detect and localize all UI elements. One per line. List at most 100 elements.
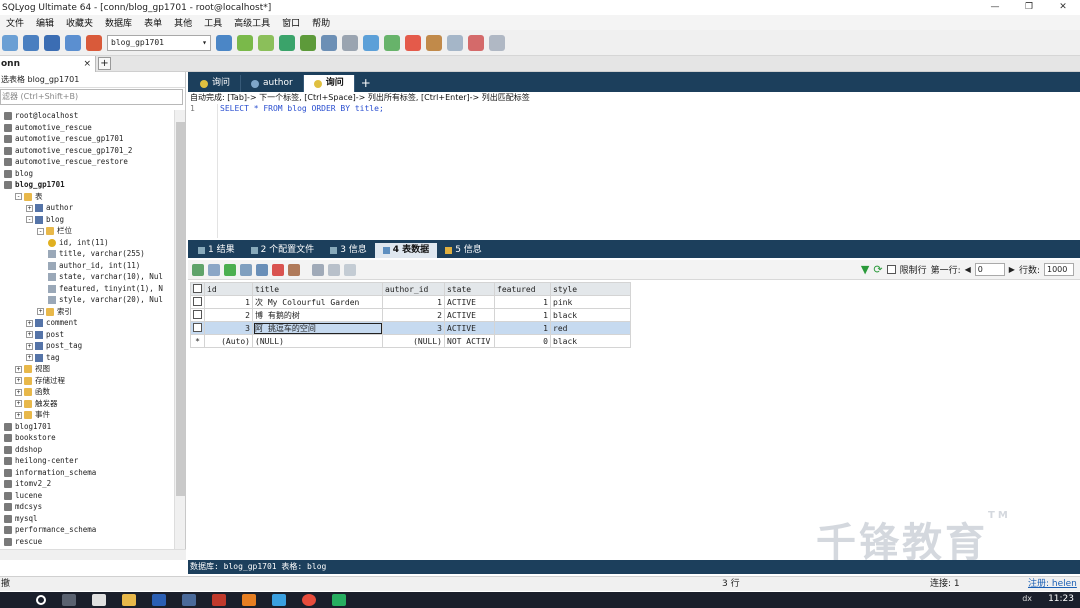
explorer-icon[interactable] [122, 594, 136, 606]
menu-favorites[interactable]: 收藏夹 [60, 16, 99, 29]
tree-node[interactable]: + post [0, 329, 174, 341]
minimize-button[interactable]: — [978, 0, 1012, 15]
cell[interactable]: 1 [494, 295, 551, 309]
collapse-icon[interactable]: - [15, 193, 22, 200]
expand-icon[interactable]: + [15, 365, 22, 373]
menu-table[interactable]: 表单 [138, 16, 168, 29]
new-connection-icon[interactable] [2, 34, 18, 51]
tree-node[interactable]: author_id, int(11) [0, 260, 174, 272]
close-icon[interactable]: × [83, 56, 91, 72]
expand-icon[interactable]: + [26, 354, 33, 361]
cell[interactable]: 次 My Colourful Garden [252, 295, 383, 309]
cell[interactable]: 2 [382, 308, 445, 322]
filter-icon[interactable]: ▼ [861, 263, 869, 276]
cell[interactable]: 3 [204, 321, 253, 335]
scrollbar-thumb[interactable] [176, 122, 185, 496]
expand-icon[interactable]: + [26, 319, 33, 327]
chrome-icon[interactable] [302, 594, 316, 606]
expand-icon[interactable]: + [15, 411, 22, 419]
cell[interactable]: 博 有鹅的树 [252, 308, 383, 322]
dropdown-icon[interactable] [208, 263, 220, 276]
active-cell[interactable]: 阿 挑逗车的空间 [252, 321, 383, 335]
cell[interactable]: black [550, 334, 631, 348]
tree-node[interactable]: + 触发器 [0, 398, 174, 410]
sqlyog-icon[interactable] [182, 594, 196, 606]
system-tray[interactable]: dx [1022, 594, 1032, 603]
menu-file[interactable]: 文件 [0, 16, 30, 29]
column-header[interactable]: featured [494, 282, 551, 296]
tree-node[interactable]: + 存储过程 [0, 375, 174, 387]
tree-node[interactable]: itomv2_2 [0, 478, 174, 490]
registration-link[interactable]: 注册: helen [1028, 577, 1077, 592]
row-checkbox[interactable] [190, 295, 205, 309]
tree-node[interactable]: + comment [0, 317, 174, 329]
tree-node[interactable]: id, int(11) [0, 237, 174, 249]
sync-icon[interactable] [363, 34, 379, 51]
menu-edit[interactable]: 编辑 [30, 16, 60, 29]
tree-node[interactable]: style, varchar(20), Nul [0, 294, 174, 306]
tree-node[interactable]: -表 [0, 191, 174, 203]
tree-node[interactable]: + 事件 [0, 409, 174, 421]
menu-other[interactable]: 其他 [168, 16, 198, 29]
menu-database[interactable]: 数据库 [99, 16, 138, 29]
cell[interactable]: 2 [204, 308, 253, 322]
menu-advanced-tools[interactable]: 高级工具 [228, 16, 276, 29]
add-connection-button[interactable]: + [98, 57, 111, 70]
tree-node[interactable]: blog1701 [0, 421, 174, 433]
cell[interactable]: pink [550, 295, 631, 309]
tree-node[interactable]: + 函数 [0, 386, 174, 398]
duplicate-row-icon[interactable] [240, 263, 252, 276]
tab-messages-2[interactable]: 5 信息 [437, 243, 490, 258]
expand-icon[interactable]: + [15, 388, 22, 396]
previous-icon[interactable]: ◀ [965, 265, 971, 274]
app-icon[interactable] [332, 594, 346, 606]
schema-icon[interactable] [321, 34, 337, 51]
cell[interactable]: (Auto) [204, 334, 253, 348]
tree-node[interactable]: lucene [0, 490, 174, 502]
tree-node[interactable]: information_schema [0, 467, 174, 479]
table-row[interactable]: 2 博 有鹅的树 2 ACTIVE 1 black [190, 308, 631, 322]
history-icon[interactable] [342, 34, 358, 51]
tree-node[interactable]: - blog [0, 214, 174, 226]
scheduler-icon[interactable] [468, 34, 484, 51]
refresh-icon[interactable] [65, 34, 81, 51]
tree-node[interactable]: + author [0, 202, 174, 214]
tab-messages-1[interactable]: 3 信息 [322, 243, 375, 258]
execute-all-icon[interactable] [258, 34, 274, 51]
column-header[interactable]: style [550, 282, 631, 296]
table-data-icon[interactable] [300, 34, 316, 51]
tree-node[interactable]: automotive_rescue_restore [0, 156, 174, 168]
tree-node[interactable]: + 索引 [0, 306, 174, 318]
tree-node[interactable]: + post_tag [0, 340, 174, 352]
expand-icon[interactable]: + [26, 342, 33, 350]
monitor-icon[interactable] [447, 34, 463, 51]
tree-node[interactable]: rescue [0, 536, 174, 548]
database-select[interactable]: blog_gp1701 ▾ [107, 34, 211, 51]
app-icon[interactable] [242, 594, 256, 606]
task-view-icon[interactable] [62, 594, 76, 606]
tree-vertical-scrollbar[interactable] [174, 110, 185, 550]
cell[interactable]: 1 [204, 295, 253, 309]
new-row[interactable]: * (Auto) (NULL) (NULL) NOT ACTIV 0 black [190, 334, 631, 348]
expand-icon[interactable]: + [15, 400, 22, 407]
next-icon[interactable]: ▶ [1009, 265, 1015, 274]
tree-node[interactable]: + 视图 [0, 363, 174, 375]
tree-node[interactable]: mysql [0, 513, 174, 525]
cell[interactable]: NOT ACTIV [444, 334, 495, 348]
limit-rows-checkbox[interactable] [886, 265, 896, 274]
cell[interactable]: 1 [494, 308, 551, 322]
clock[interactable]: 11:23 [1048, 594, 1074, 604]
tree-node[interactable]: title, varchar(255) [0, 248, 174, 260]
collapse-icon[interactable]: - [37, 227, 44, 235]
grid-mode-icon[interactable] [192, 263, 204, 276]
tree-node[interactable]: automotive_rescue_gp1701 [0, 133, 174, 145]
cell[interactable]: 1 [494, 321, 551, 335]
app-icon[interactable] [212, 594, 226, 606]
tab-query-2[interactable]: 询问 [303, 75, 355, 92]
column-header[interactable]: author_id [382, 282, 445, 296]
filter-input[interactable]: 滤器 (Ctrl+Shift+B) [0, 89, 183, 105]
new-query-icon[interactable] [86, 34, 102, 51]
first-row-input[interactable]: 0 [974, 263, 1005, 276]
expand-icon[interactable]: + [15, 377, 22, 384]
expand-icon[interactable]: + [37, 308, 44, 315]
